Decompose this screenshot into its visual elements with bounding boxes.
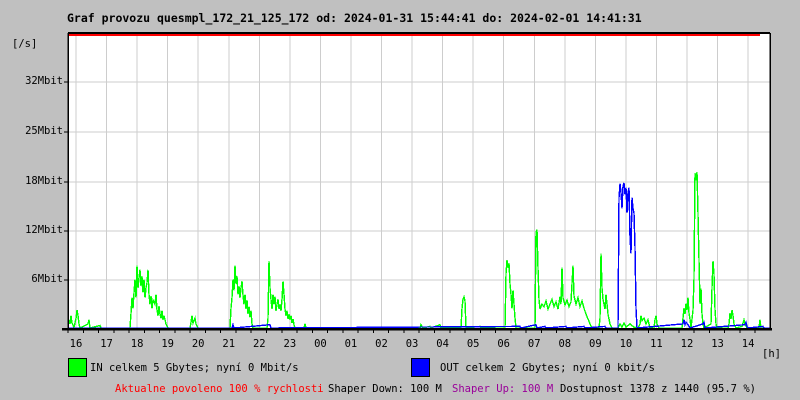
shaper-up-text: Shaper Up: 100 M bbox=[452, 383, 554, 395]
x-tick-label: 13 bbox=[711, 338, 724, 350]
x-tick-label: 08 bbox=[558, 338, 572, 350]
chart-title: Graf provozu quesmpl_172_21_125_172 od: … bbox=[67, 11, 642, 25]
x-tick-label: 04 bbox=[436, 338, 449, 350]
x-tick-label: 16 bbox=[69, 338, 83, 350]
legend-in-swatch bbox=[68, 358, 87, 377]
x-tick-label: 12 bbox=[680, 338, 694, 350]
x-tick-label: 20 bbox=[191, 338, 205, 350]
x-tick-label: 17 bbox=[100, 338, 113, 350]
x-tick-label: 21 bbox=[222, 338, 236, 350]
y-axis-unit-label: [/s] bbox=[12, 38, 38, 50]
x-tick-label: 01 bbox=[344, 338, 358, 350]
y-tick-label: 18Mbit bbox=[25, 175, 63, 187]
x-tick-label: 19 bbox=[161, 338, 174, 350]
x-tick-label: 02 bbox=[375, 338, 388, 350]
x-tick-label: 09 bbox=[589, 338, 602, 350]
traffic-graph-page: { "title": "Graf provozu quesmpl_172_21_… bbox=[0, 0, 800, 400]
shaper-down-text: Shaper Down: 100 M bbox=[328, 383, 442, 395]
availability-text: Dostupnost 1378 z 1440 (95.7 %) bbox=[560, 383, 756, 395]
legend-out-swatch bbox=[411, 358, 430, 377]
x-tick-label: 10 bbox=[619, 338, 633, 350]
x-tick-label: 06 bbox=[497, 338, 511, 350]
x-tick-label: 11 bbox=[650, 338, 663, 350]
x-tick-label: 05 bbox=[466, 338, 480, 350]
x-tick-label: 03 bbox=[405, 338, 419, 350]
y-tick-label: 25Mbit bbox=[25, 125, 63, 137]
x-tick-label: 07 bbox=[527, 338, 541, 350]
legend-out-label: OUT celkem 2 Gbytes; nyní 0 kbit/s bbox=[440, 362, 655, 374]
x-axis-unit-label: [h] bbox=[762, 348, 781, 360]
traffic-plot bbox=[60, 30, 776, 340]
x-tick-label: 23 bbox=[283, 338, 297, 350]
x-tick-label: 00 bbox=[314, 338, 327, 350]
allowed-speed-text: Aktualne povoleno 100 % rychlosti bbox=[115, 383, 324, 395]
x-tick-label: 14 bbox=[741, 338, 755, 350]
x-tick-label: 18 bbox=[130, 338, 144, 350]
y-tick-label: 6Mbit bbox=[31, 273, 63, 285]
legend-in-label: IN celkem 5 Gbytes; nyní 0 Mbit/s bbox=[90, 362, 299, 374]
y-tick-label: 32Mbit bbox=[25, 75, 63, 87]
y-tick-label: 12Mbit bbox=[25, 224, 63, 236]
x-tick-label: 22 bbox=[252, 338, 266, 350]
